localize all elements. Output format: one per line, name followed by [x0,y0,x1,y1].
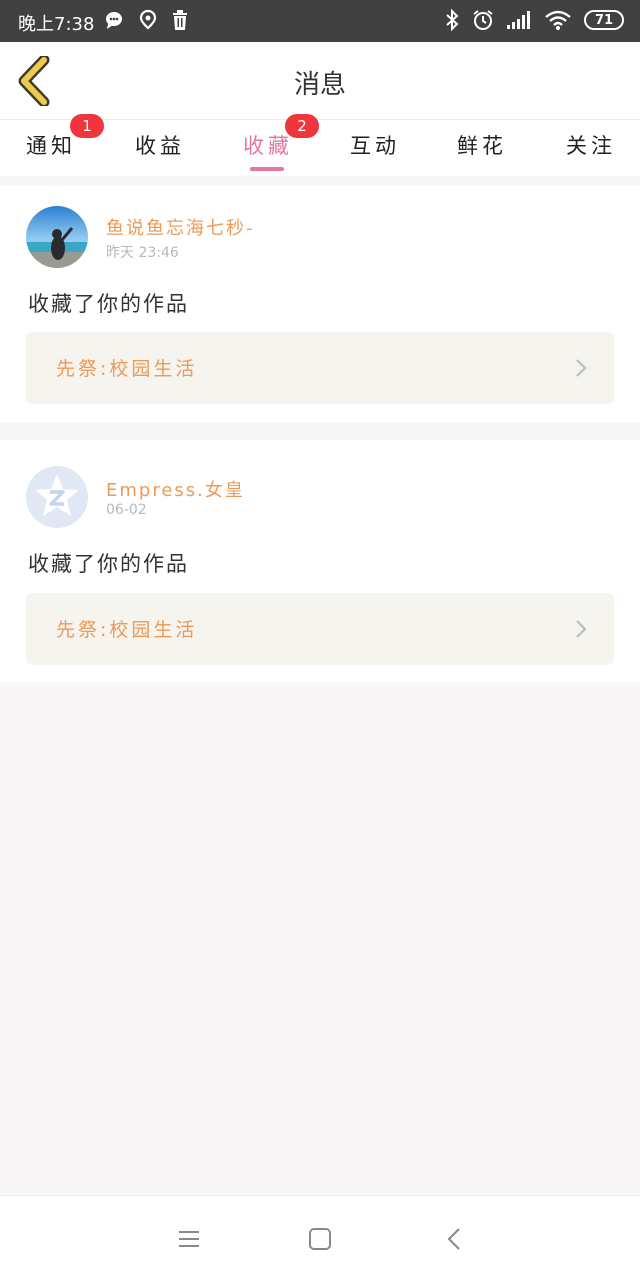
active-tab-indicator [250,167,284,171]
work-link[interactable]: 先祭:校园生活 [26,593,614,665]
location-icon [139,9,157,30]
alarm-icon [473,10,493,30]
work-title: 先祭:校园生活 [56,358,198,380]
status-time: 晚上7:38 [18,14,95,35]
tab-flowers[interactable]: 鲜花 [457,130,507,160]
tab-favorites[interactable]: 收藏 [243,130,293,160]
chevron-right-icon [576,620,587,638]
battery-icon: 71 [584,10,624,30]
avatar[interactable] [26,466,88,528]
message-action: 收藏了你的作品 [28,552,189,576]
wifi-icon [545,10,571,30]
message-card: Empress.女皇 06-02 收藏了你的作品 先祭:校园生活 [0,440,640,682]
work-link[interactable]: 先祭:校园生活 [26,332,614,404]
tab-notifications-badge: 1 [70,114,104,138]
message-time: 06-02 [106,502,147,518]
bluetooth-icon [446,9,459,31]
username[interactable]: Empress.女皇 [106,476,245,502]
system-nav-bar [0,1195,640,1280]
tab-following[interactable]: 关注 [566,130,616,160]
message-time: 昨天 23:46 [106,245,179,261]
tab-interactions[interactable]: 互动 [350,130,400,160]
battery-level: 71 [594,12,614,28]
app-header: 消息 [0,42,640,120]
signal-icon [507,11,530,29]
home-icon[interactable] [305,1224,335,1254]
message-action: 收藏了你的作品 [28,292,189,316]
avatar[interactable] [26,206,88,268]
page-title: 消息 [293,70,346,100]
back-icon[interactable] [440,1224,470,1254]
status-bar: 晚上7:38 71 [0,0,640,42]
trash-icon [173,10,187,30]
work-title: 先祭:校园生活 [56,619,198,641]
tab-notifications[interactable]: 通知 [26,130,76,160]
chevron-right-icon [576,359,587,377]
tab-bar: 通知 1 收益 收藏 2 互动 鲜花 关注 [0,114,640,176]
tab-earnings[interactable]: 收益 [135,130,185,160]
chat-bubble-icon [106,12,122,29]
message-card: 鱼说鱼忘海七秒- 昨天 23:46 收藏了你的作品 先祭:校园生活 [0,186,640,422]
menu-icon[interactable] [174,1224,204,1254]
username[interactable]: 鱼说鱼忘海七秒- [106,214,255,240]
tab-favorites-badge: 2 [285,114,319,138]
